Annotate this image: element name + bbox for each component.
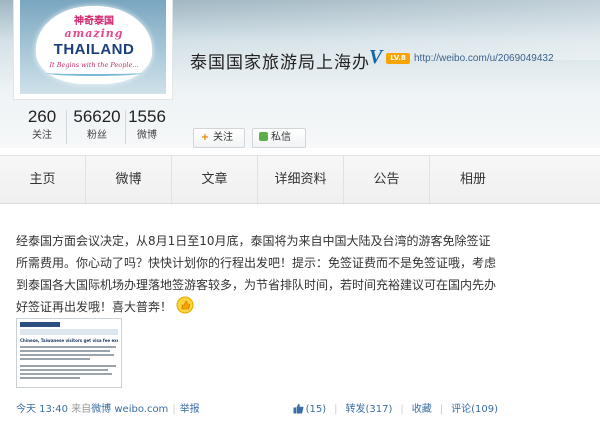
stat-following-label: 关注 [32, 130, 52, 141]
level-badge[interactable]: LV.8 [386, 53, 410, 64]
thumbnail-header [20, 322, 60, 327]
report-link[interactable]: 举报 [180, 404, 200, 415]
avatar[interactable]: 神奇泰国 amazing THAILAND It Begins with the… [13, 0, 173, 100]
thumbnail-text-line [20, 373, 112, 375]
message-label: 私信 [271, 132, 291, 143]
like-button[interactable]: (15) [293, 403, 327, 415]
stat-followers-label: 粉丝 [87, 130, 107, 141]
logo-chinese-text: 神奇泰国 [74, 16, 114, 27]
post-time-link[interactable]: 今天 13:40 [16, 404, 68, 415]
thumbnail-text-line [20, 350, 110, 352]
message-icon [259, 132, 268, 141]
post-line: 经泰国方面会议决定，从8月1日至10月底，泰国将为来自中国大陆及台湾的游客免除签… [16, 234, 491, 248]
action-separator: | [400, 404, 404, 415]
logo-brand-text: THAILAND [53, 41, 135, 58]
follow-label: 关注 [213, 132, 233, 143]
follow-button[interactable]: + 关注 [193, 128, 245, 148]
stat-posts-label: 微博 [137, 130, 157, 141]
favorite-button[interactable]: 收藏 [412, 404, 432, 415]
source-prefix: 来自 [71, 404, 92, 415]
action-separator: | [439, 404, 444, 415]
verified-icon[interactable]: V [369, 47, 382, 67]
amazing-thailand-logo: 神奇泰国 amazing THAILAND It Begins with the… [36, 6, 152, 84]
stat-posts[interactable]: 1556 微博 [127, 107, 167, 143]
thumbnail-text-line [20, 358, 90, 360]
stat-divider [125, 110, 126, 144]
tab-album[interactable]: 相册 [430, 156, 516, 205]
profile-nav: 主页 微博 文章 详细资料 公告 相册 [0, 155, 600, 205]
thumbnail-text-line [20, 377, 80, 379]
stat-divider [66, 110, 67, 144]
post-line-last: 好签证再出发哦！喜大普奔！ [16, 296, 496, 318]
like-icon [293, 403, 304, 414]
meta-separator: | [172, 404, 176, 415]
post-line: 到泰国各大国际机场办理落地签游客较多，为节省排队时间，若时间充裕建议可在国内先办 [16, 278, 497, 292]
tab-weibo[interactable]: 微博 [86, 156, 172, 205]
thumbnail-text-line [20, 346, 116, 348]
post-actions: (15) | 转发(317) | 收藏 | 评论(109) [293, 400, 498, 415]
repost-button[interactable]: 转发(317) [345, 404, 392, 415]
thumbnail-text-line [20, 354, 114, 356]
profile-name[interactable]: 泰国国家旅游局上海办 [190, 48, 370, 73]
post-body: 经泰国方面会议决定，从8月1日至10月底，泰国将为来自中国大陆及台湾的游客免除签… [16, 230, 496, 318]
tab-articles[interactable]: 文章 [172, 156, 258, 205]
thumbs-up-icon [176, 296, 194, 314]
tab-announcements[interactable]: 公告 [344, 156, 430, 205]
stat-posts-value: 1556 [128, 107, 166, 126]
thumbnail-bar [20, 329, 118, 335]
post-meta: 今天 13:40 来自微博 weibo.com | 举报 [16, 400, 200, 415]
tab-details[interactable]: 详细资料 [258, 156, 344, 205]
thumbnail-text-line [20, 369, 108, 371]
like-count: (15) [305, 404, 327, 415]
message-button[interactable]: 私信 [252, 128, 306, 148]
post-image-thumbnail[interactable]: Chinese, Taiwanese visitors get visa fee… [16, 318, 122, 388]
stat-following-value: 260 [27, 107, 57, 126]
stat-followers[interactable]: 56620 粉丝 [72, 107, 122, 143]
post-line-text: 好签证再出发哦！喜大普奔！ [16, 300, 173, 314]
logo-tagline: It Begins with the People... [49, 61, 139, 69]
thumbnail-title: Chinese, Taiwanese visitors get visa fee… [20, 338, 118, 343]
post-line: 所需费用。你心动了吗？快快计划你的行程出发吧！提示：免签证费而不是免签证哦，考虑 [16, 256, 497, 270]
plus-icon: + [200, 132, 210, 143]
logo-amazing-text: amazing [64, 27, 124, 40]
action-separator: | [334, 404, 338, 415]
profile-url-link[interactable]: http://weibo.com/u/2069049432 [414, 53, 554, 64]
thumbnail-text-line [20, 365, 116, 367]
logo-wave [46, 70, 142, 76]
source-link[interactable]: 微博 weibo.com [91, 404, 168, 415]
comment-button[interactable]: 评论(109) [451, 404, 498, 415]
stat-followers-value: 56620 [73, 107, 121, 126]
tab-home[interactable]: 主页 [0, 156, 86, 205]
stat-following[interactable]: 260 关注 [22, 107, 62, 143]
